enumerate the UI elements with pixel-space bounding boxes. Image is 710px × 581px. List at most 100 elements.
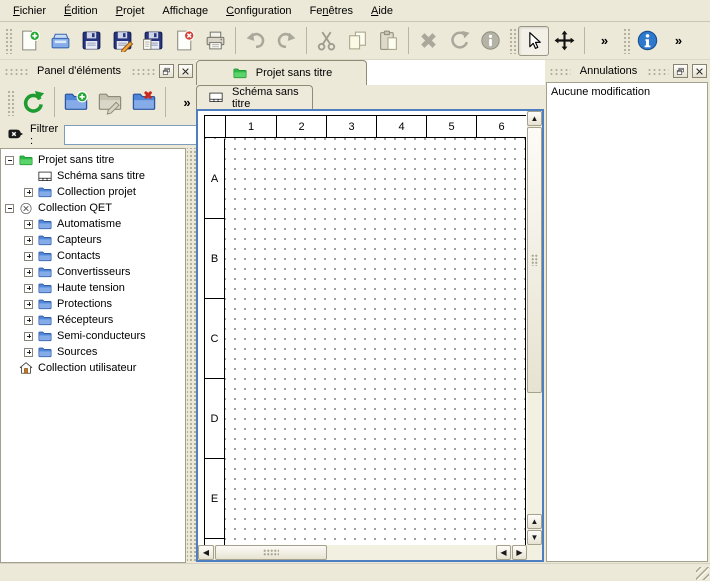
menu-aide[interactable]: Aide [362,2,402,20]
undo-dock-titlebar[interactable]: Annulations [545,60,710,82]
save-all-button[interactable] [138,26,169,56]
menu-affichage[interactable]: Affichage [153,2,217,20]
tree-expander-plus[interactable] [24,284,33,293]
tree-item-label: Protections [57,298,112,310]
copy-button [342,26,373,56]
rotate-button [444,26,475,56]
menu-configuration[interactable]: Configuration [217,2,300,20]
tree-item-contacts[interactable]: Contacts [1,248,185,264]
toolbar-overflow-button[interactable]: » [589,26,620,56]
menu-fenetres[interactable]: Fenêtres [301,2,362,20]
reload-collections-button[interactable] [16,85,50,119]
paste-icon [377,29,400,52]
frame-corner-cell [205,116,225,138]
collection-qet-icon [18,201,34,216]
tree-expander-plus[interactable] [24,252,33,261]
folder-blue-icon [37,249,53,264]
select-mode-button[interactable] [518,26,549,56]
tab-project[interactable]: Projet sans titre [196,60,367,85]
tree-expander-minus[interactable] [5,204,14,213]
tree-item-collection-utilisateur[interactable]: Collection utilisateur [1,360,185,376]
toolbar-handle[interactable] [4,27,12,54]
toolbar-handle[interactable] [508,27,516,54]
tree-expander-plus[interactable] [24,300,33,309]
tree-item-collection-qet[interactable]: Collection QET [1,200,185,216]
dock-float-button[interactable] [159,64,174,78]
tree-expander-plus[interactable] [24,188,33,197]
frame-column-header: 3 [326,116,376,137]
toolbar-handle[interactable] [6,89,14,116]
toolbar-overflow-button[interactable]: » [663,26,694,56]
tree-item-recepteurs[interactable]: Récepteurs [1,312,185,328]
vertical-scrollbar[interactable]: ▲ ▲ ▼ [527,111,542,545]
tree-item-semi-conducteurs[interactable]: Semi-conducteurs [1,328,185,344]
print-button[interactable] [200,26,231,56]
tree-item-schema-sans-titre[interactable]: Schéma sans titre [1,168,185,184]
move-mode-button[interactable] [549,26,580,56]
undo-history-entry[interactable]: Aucune modification [547,83,707,101]
dock-handle-texture [130,67,155,76]
open-document-button[interactable] [45,26,76,56]
close-document-button[interactable] [169,26,200,56]
save-button[interactable] [76,26,107,56]
tree-expander-plus[interactable] [24,316,33,325]
tree-expander-minus[interactable] [5,156,14,165]
toolbar-separator [584,27,585,54]
tree-item-automatisme[interactable]: Automatisme [1,216,185,232]
tree-expander-plus[interactable] [24,236,33,245]
new-category-button[interactable] [59,85,93,119]
tree-item-capteurs[interactable]: Capteurs [1,232,185,248]
chevron-double-right-icon: » [596,33,614,48]
tab-schema[interactable]: Schéma sans titre [196,85,313,109]
folder-new-icon [63,89,89,115]
scroll-right-button[interactable]: ▶ [512,545,527,560]
scroll-down-button[interactable]: ▼ [527,530,542,545]
horizontal-scroll-thumb[interactable] [215,545,327,560]
tree-expander-plus[interactable] [24,220,33,229]
delete-category-button[interactable] [127,85,161,119]
scroll-left-icon: ◀ [203,549,209,557]
dock-close-button[interactable] [178,64,193,78]
scroll-left-button[interactable]: ◀ [198,545,214,560]
schema-tab-label: Schéma sans titre [232,86,302,110]
menu-fichier[interactable]: Fichier [4,2,55,20]
menu-edition[interactable]: Édition [55,2,107,20]
tree-item-convertisseurs[interactable]: Convertisseurs [1,264,185,280]
toolbar-separator [165,87,166,117]
tree-item-collection-projet[interactable]: Collection projet [1,184,185,200]
tree-expander-plus[interactable] [24,348,33,357]
print-icon [204,29,227,52]
dock-float-button[interactable] [673,64,688,78]
tree-item-projet-sans-titre[interactable]: Projet sans titre [1,152,185,168]
tree-item-sources[interactable]: Sources [1,344,185,360]
tree-item-protections[interactable]: Protections [1,296,185,312]
scroll-up-button[interactable]: ▲ [527,514,542,529]
panel-splitter[interactable] [187,148,196,563]
schema-icon [207,90,225,105]
scroll-left-icon: ◀ [500,549,506,557]
dock-close-button[interactable] [692,64,707,78]
diagram-canvas[interactable]: 123456 ABCDE [198,111,527,545]
diagram-info-button[interactable] [632,26,663,56]
scroll-left-button[interactable]: ◀ [496,545,511,560]
move-icon [553,29,576,52]
project-tab-label: Projet sans titre [256,67,332,79]
elements-panel-titlebar[interactable]: Panel d'éléments [0,60,196,82]
folder-blue-icon [37,185,53,200]
tree-expander-plus[interactable] [24,332,33,341]
clear-filter-icon[interactable] [6,126,24,144]
horizontal-scrollbar[interactable]: ◀ ◀ ▶ [198,545,527,560]
scroll-up-button[interactable]: ▲ [527,111,542,126]
cut-icon [315,29,338,52]
new-document-button[interactable] [14,26,45,56]
menu-projet[interactable]: Projet [107,2,154,20]
scroll-up-icon: ▲ [531,115,539,123]
vertical-scroll-thumb[interactable] [527,127,542,393]
filter-input[interactable] [64,125,214,145]
resize-grip[interactable] [696,567,709,580]
frame-row-label: C [205,299,224,379]
toolbar-handle[interactable] [622,27,630,54]
tree-item-haute-tension[interactable]: Haute tension [1,280,185,296]
tree-expander-plus[interactable] [24,268,33,277]
save-as-button[interactable] [107,26,138,56]
